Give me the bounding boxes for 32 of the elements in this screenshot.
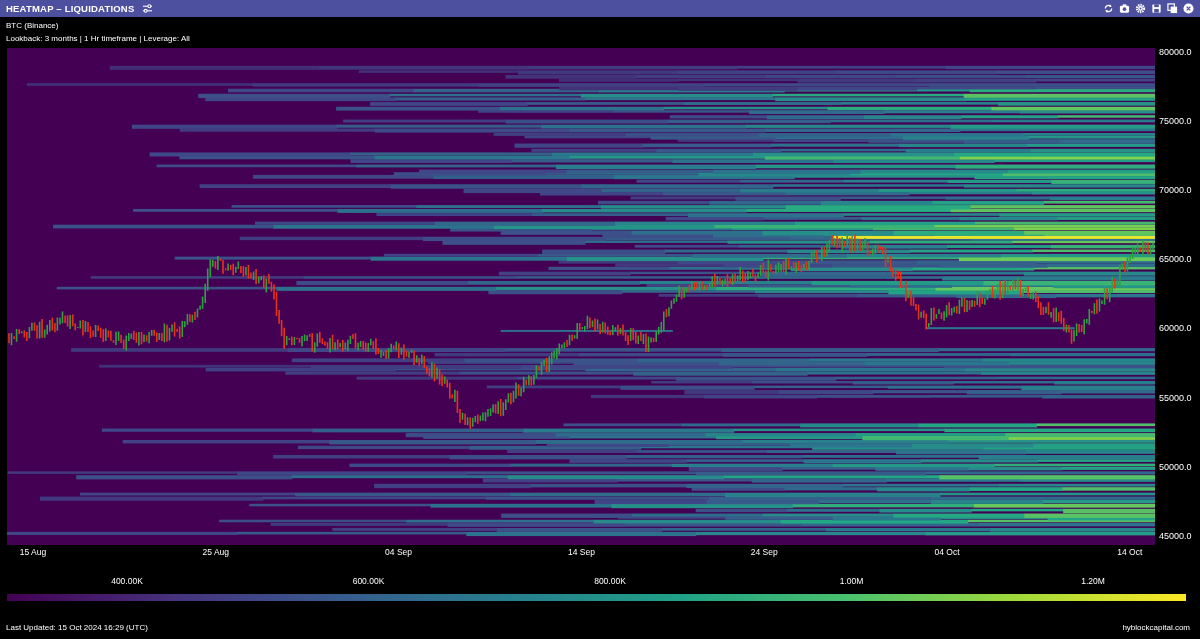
x-axis-label: 15 Aug: [19, 547, 47, 557]
settings-summary: Lookback: 3 months | 1 Hr timeframe | Leverage: All: [6, 33, 191, 45]
x-axis-label: 04 Oct: [934, 547, 960, 557]
colorbar-label: 1.00M: [839, 576, 864, 586]
camera-icon[interactable]: [1119, 3, 1130, 14]
colorbar-label: 800.00K: [594, 576, 626, 586]
close-icon[interactable]: [1183, 3, 1194, 14]
y-axis-label: 60000.0: [1159, 323, 1192, 334]
y-axis-label: 75000.0: [1159, 116, 1192, 127]
window-title: HEATMAP – LIQUIDATIONS: [6, 3, 135, 14]
refresh-icon[interactable]: [1103, 3, 1114, 14]
colorbar-label: 600.00K: [352, 576, 385, 586]
sliders-icon[interactable]: [142, 3, 154, 14]
colorbar-label: 1.20M: [1081, 576, 1105, 586]
y-axis-label: 55000.0: [1159, 392, 1192, 403]
y-axis-label: 45000.0: [1159, 530, 1192, 541]
last-updated-text: Last Updated: 15 Oct 2024 16:29 (UTC): [6, 623, 148, 632]
x-axis-label: 24 Sep: [750, 547, 778, 557]
x-axis-label: 25 Aug: [202, 547, 230, 557]
x-axis-label: 14 Sep: [567, 547, 595, 557]
site-name: hyblockcapital.com: [1122, 623, 1190, 632]
y-axis-label: 80000.0: [1159, 47, 1192, 57]
asset-label: BTC (Binance): [6, 20, 60, 32]
colorbar-label: 400.00K: [111, 576, 143, 586]
y-axis-label: 70000.0: [1159, 185, 1192, 196]
x-axis-label: 14 Oct: [1117, 547, 1143, 557]
x-axis-label: 04 Sep: [385, 547, 413, 557]
settings-icon[interactable]: [1135, 3, 1146, 14]
y-axis-label: 50000.0: [1159, 461, 1192, 472]
save-icon[interactable]: [1151, 3, 1162, 14]
copy-icon[interactable]: [1167, 3, 1178, 14]
y-axis-label: 65000.0: [1159, 254, 1192, 265]
